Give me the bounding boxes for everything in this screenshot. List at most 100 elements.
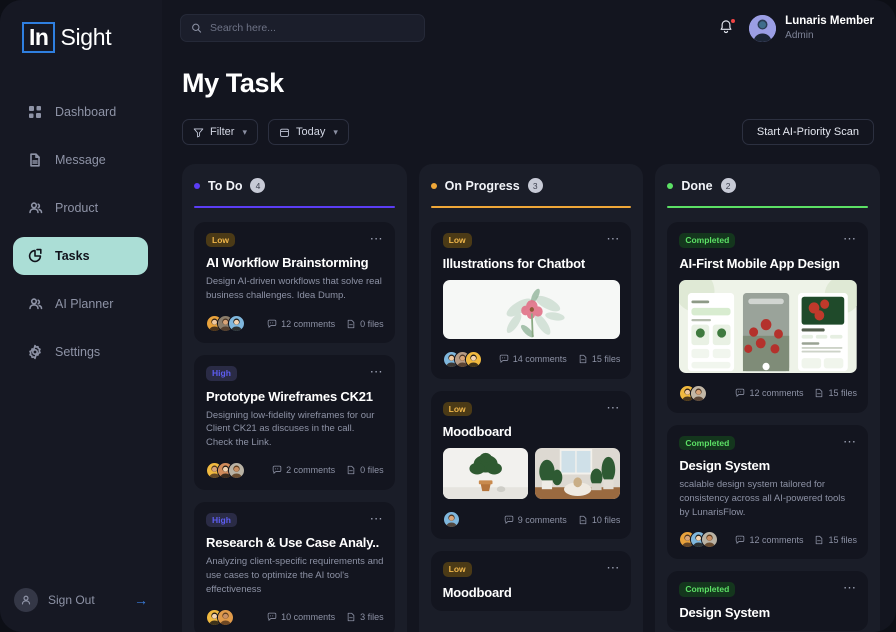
card-description: Design AI-driven workflows that solve re… bbox=[206, 276, 382, 302]
card-description: Designing low-fidelity wireframes for ou… bbox=[206, 409, 375, 449]
card-options-button[interactable]: ⋯ bbox=[843, 581, 857, 594]
app-logo[interactable]: In Sight bbox=[22, 22, 161, 54]
kanban-column-progress: On Progress 3 Low ⋯ Illustrations for Chatbo… bbox=[418, 164, 644, 632]
sidebar-item-dashboard[interactable]: Dashboard bbox=[13, 93, 148, 131]
sidebar-item-settings[interactable]: Settings bbox=[13, 333, 148, 371]
files-count: 3 files bbox=[346, 612, 384, 622]
card-options-button[interactable]: ⋯ bbox=[843, 232, 857, 245]
task-card[interactable]: Completed ⋯ AI-First Mobile App Design 12 c… bbox=[667, 222, 869, 413]
sidebar-item-ai-planner[interactable]: AI Planner bbox=[13, 285, 148, 323]
toolbar: Filter ▾ Today ▾ Start AI-Priority Scan bbox=[182, 119, 874, 145]
card-options-button[interactable]: ⋯ bbox=[606, 561, 620, 574]
sign-out-label: Sign Out bbox=[48, 593, 95, 607]
card-options-button[interactable]: ⋯ bbox=[606, 401, 620, 414]
user-menu[interactable]: Lunaris Member Admin bbox=[749, 14, 874, 42]
priority-badge: High bbox=[206, 366, 237, 381]
files-count: 15 files bbox=[814, 388, 857, 398]
card-options-button[interactable]: ⋯ bbox=[606, 232, 620, 245]
priority-badge: Low bbox=[442, 233, 472, 248]
column-count-badge: 2 bbox=[720, 178, 736, 193]
filter-button[interactable]: Filter ▾ bbox=[182, 119, 258, 145]
task-card[interactable]: Completed ⋯ Design System scalable design s… bbox=[667, 424, 869, 560]
task-card[interactable]: Completed ⋯ Design System bbox=[667, 571, 869, 631]
sidebar-item-label: Product bbox=[55, 201, 99, 216]
card-title: Moodboard bbox=[442, 584, 512, 600]
task-card[interactable]: High ⋯ Research & Use Case Analy.. Analyzin… bbox=[194, 501, 395, 632]
sidebar-item-product[interactable]: Product bbox=[13, 189, 148, 227]
column-cards: Completed ⋯ AI-First Mobile App Design 12 c… bbox=[667, 222, 869, 631]
files-label: 15 files bbox=[828, 534, 858, 545]
card-options-button[interactable]: ⋯ bbox=[370, 232, 384, 245]
start-ai-priority-scan-button[interactable]: Start AI-Priority Scan bbox=[741, 119, 874, 145]
card-thumbnails bbox=[679, 279, 858, 373]
assignee-avatars bbox=[679, 384, 708, 402]
users-icon bbox=[29, 298, 43, 310]
task-card[interactable]: Low ⋯ AI Workflow Brainstorming Design AI-d… bbox=[194, 221, 395, 344]
search-input[interactable] bbox=[209, 22, 414, 34]
priority-badge: Completed bbox=[679, 435, 736, 450]
task-card[interactable]: Low ⋯ Moodboard bbox=[430, 551, 632, 611]
status-dot bbox=[430, 182, 437, 189]
card-options-button[interactable]: ⋯ bbox=[370, 365, 384, 378]
file-icon bbox=[579, 515, 587, 524]
comment-icon bbox=[272, 466, 282, 474]
assignee-avatars bbox=[442, 511, 460, 528]
avatar bbox=[217, 608, 234, 626]
task-card[interactable]: Low ⋯ Moodboard 9 comments 10 files bbox=[430, 390, 632, 539]
avatar-image bbox=[465, 351, 481, 367]
column-count-badge: 3 bbox=[527, 178, 543, 193]
card-options-button[interactable]: ⋯ bbox=[843, 435, 857, 448]
column-rule bbox=[667, 206, 869, 208]
file-icon bbox=[816, 388, 823, 398]
card-options-button[interactable]: ⋯ bbox=[370, 512, 384, 525]
file-icon bbox=[347, 466, 355, 475]
thumbnail[interactable] bbox=[535, 448, 621, 499]
column-cards: Low ⋯ AI Workflow Brainstorming Design AI-d… bbox=[194, 221, 395, 632]
files-label: 3 files bbox=[360, 612, 384, 623]
logo-mark: In bbox=[22, 22, 56, 54]
user-text-block: Lunaris Member Admin bbox=[785, 14, 874, 42]
page-header: My Task Filter ▾ Today ▾ Start AI-Priori… bbox=[162, 56, 896, 145]
chevron-down-icon: ▾ bbox=[333, 126, 338, 137]
avatar-image bbox=[229, 462, 244, 478]
thumbnail[interactable] bbox=[442, 448, 529, 499]
task-card[interactable]: Low ⋯ Illustrations for Chatbot 14 comments… bbox=[430, 222, 632, 379]
thumbnail[interactable] bbox=[442, 279, 621, 339]
search-box[interactable] bbox=[180, 14, 425, 42]
user-avatar-image bbox=[749, 14, 777, 42]
user-name: Lunaris Member bbox=[785, 15, 874, 28]
comments-count: 12 comments bbox=[735, 388, 803, 398]
column-header: To Do 4 bbox=[194, 178, 395, 193]
card-meta: 12 comments 15 files bbox=[735, 388, 857, 398]
task-card[interactable]: High ⋯ Prototype Wireframes CK21 Designing … bbox=[194, 355, 395, 490]
card-meta: 9 comments 10 files bbox=[504, 515, 620, 525]
comment-icon bbox=[499, 354, 509, 363]
column-count-badge: 4 bbox=[250, 178, 266, 193]
files-count: 10 files bbox=[578, 515, 620, 525]
column-title: Done bbox=[681, 178, 713, 193]
card-meta: 2 comments 0 files bbox=[272, 465, 384, 475]
sidebar-item-message[interactable]: Message bbox=[13, 141, 148, 179]
assignee-avatars bbox=[206, 608, 234, 626]
column-cards: Low ⋯ Illustrations for Chatbot 14 comments… bbox=[430, 222, 632, 611]
sidebar-nav: Dashboard Message Product Tasks AI Planner Se… bbox=[0, 93, 161, 381]
column-title: On Progress bbox=[444, 178, 520, 193]
comments-count: 2 comments bbox=[272, 465, 335, 475]
card-header: Low ⋯ bbox=[206, 232, 384, 248]
comment-icon bbox=[267, 612, 277, 621]
sign-out-button[interactable]: Sign Out → bbox=[14, 588, 148, 612]
card-title: Illustrations for Chatbot bbox=[442, 255, 586, 271]
thumbnail[interactable] bbox=[679, 279, 858, 373]
sidebar: In Sight Dashboard Message Product Tasks AI … bbox=[0, 0, 162, 632]
notifications-button[interactable] bbox=[717, 18, 737, 38]
files-count: 15 files bbox=[814, 535, 857, 545]
card-header: Low ⋯ bbox=[442, 561, 621, 577]
mobile-app-screens-image bbox=[679, 279, 858, 373]
column-rule bbox=[430, 206, 632, 208]
priority-badge: Low bbox=[206, 232, 235, 248]
comment-icon bbox=[504, 515, 514, 524]
card-meta: 14 comments 15 files bbox=[499, 354, 620, 364]
sidebar-item-tasks[interactable]: Tasks bbox=[13, 237, 148, 276]
date-filter-button[interactable]: Today ▾ bbox=[267, 119, 349, 145]
kanban-board: To Do 4 Low ⋯ AI Workflow Brainstorming Desig… bbox=[162, 145, 896, 632]
